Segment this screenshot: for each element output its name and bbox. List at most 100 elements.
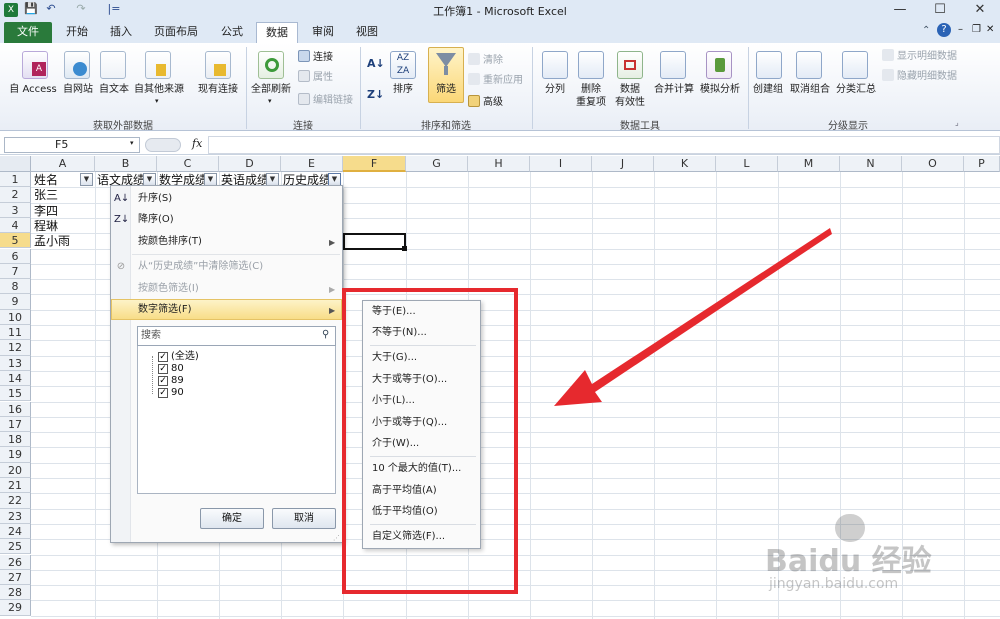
menu-sort-by-color[interactable]: 按颜色排序(T) <box>138 232 202 252</box>
cell-a2[interactable]: 张三 <box>34 188 58 203</box>
consolidate-button[interactable]: 合并计算 <box>652 83 696 96</box>
formula-bar-handle[interactable] <box>145 138 181 152</box>
reapply-button[interactable]: 重新应用 <box>468 73 523 88</box>
row-header-2[interactable]: 2 <box>0 187 31 203</box>
filter-button[interactable]: 筛选 <box>428 83 464 96</box>
column-header-l[interactable]: L <box>716 156 778 172</box>
tab-insert[interactable]: 插入 <box>102 22 140 43</box>
column-header-g[interactable]: G <box>406 156 468 172</box>
checkbox-select-all[interactable]: ✓ <box>158 352 168 362</box>
from-access-button[interactable]: 自 Access <box>6 83 60 96</box>
column-header-p[interactable]: P <box>964 156 1000 172</box>
tab-file[interactable]: 文件 <box>4 22 52 43</box>
from-text-button[interactable]: 自文本 <box>94 83 134 96</box>
column-header-b[interactable]: B <box>95 156 157 172</box>
column-header-f[interactable]: F <box>343 156 406 172</box>
from-other-sources-button[interactable]: 自其他来源 <box>130 83 188 96</box>
advanced-button[interactable]: 高级 <box>468 95 503 110</box>
tab-view[interactable]: 视图 <box>348 22 386 43</box>
clear-button[interactable]: 清除 <box>468 53 503 68</box>
column-header-h[interactable]: H <box>468 156 530 172</box>
column-header-k[interactable]: K <box>654 156 716 172</box>
row-header-28[interactable]: 28 <box>0 585 31 601</box>
row-header-13[interactable]: 13 <box>0 355 31 371</box>
filter-dropdown-a[interactable]: ▼ <box>80 173 93 186</box>
row-header-5[interactable]: 5 <box>0 233 31 249</box>
tab-home[interactable]: 开始 <box>58 22 96 43</box>
resize-grip-icon[interactable]: ⋰ <box>333 534 340 542</box>
row-header-14[interactable]: 14 <box>0 370 31 387</box>
column-header-j[interactable]: J <box>592 156 654 172</box>
row-header-10[interactable]: 10 <box>0 309 31 325</box>
cell-a4[interactable]: 程琳 <box>34 219 58 234</box>
sort-descending-icon[interactable]: Z↓ <box>367 88 384 101</box>
cell-a3[interactable]: 李四 <box>34 204 58 219</box>
dialog-launcher-icon[interactable]: ⌟ <box>955 118 959 127</box>
checkbox-80[interactable]: ✓ <box>158 364 168 374</box>
row-header-7[interactable]: 7 <box>0 263 31 280</box>
active-cell-f5[interactable] <box>343 233 406 250</box>
row-header-27[interactable]: 27 <box>0 569 31 586</box>
row-header-25[interactable]: 25 <box>0 539 31 555</box>
row-header-17[interactable]: 17 <box>0 416 31 433</box>
cell-a1[interactable]: 姓名 <box>34 173 58 188</box>
select-all-corner[interactable] <box>0 156 31 172</box>
group-button[interactable]: 创建组 <box>750 83 786 96</box>
name-box-dropdown-icon[interactable]: ▾ <box>130 139 134 147</box>
row-header-8[interactable]: 8 <box>0 279 31 295</box>
data-validation-button[interactable]: 数据 有效性 <box>610 83 650 109</box>
row-header-26[interactable]: 26 <box>0 554 31 570</box>
row-header-12[interactable]: 12 <box>0 340 31 356</box>
column-header-i[interactable]: I <box>530 156 592 172</box>
help-icon[interactable]: ? <box>937 23 951 37</box>
checkbox-90[interactable]: ✓ <box>158 388 168 398</box>
row-header-6[interactable]: 6 <box>0 248 31 264</box>
fill-handle[interactable] <box>402 246 407 251</box>
text-to-columns-button[interactable]: 分列 <box>538 83 572 96</box>
row-header-21[interactable]: 21 <box>0 478 31 494</box>
workbook-minimize-icon[interactable]: – <box>958 24 963 35</box>
close-icon[interactable]: ✕ <box>960 1 1000 19</box>
ribbon-collapse-icon[interactable]: ⌃ <box>922 25 930 36</box>
row-header-1[interactable]: 1 <box>0 172 31 188</box>
checkbox-89[interactable]: ✓ <box>158 376 168 386</box>
show-detail-button[interactable]: 显示明细数据 <box>882 49 957 64</box>
row-header-23[interactable]: 23 <box>0 508 31 524</box>
sort-ascending-icon[interactable]: A↓ <box>367 57 385 70</box>
subtotal-button[interactable]: 分类汇总 <box>834 83 878 96</box>
cancel-button[interactable]: 取消 <box>272 508 336 529</box>
row-header-16[interactable]: 16 <box>0 401 31 417</box>
properties-button[interactable]: 属性 <box>298 70 333 85</box>
row-header-22[interactable]: 22 <box>0 493 31 509</box>
column-header-c[interactable]: C <box>157 156 219 172</box>
row-header-24[interactable]: 24 <box>0 523 31 540</box>
maximize-icon[interactable]: ☐ <box>920 1 960 19</box>
filter-search-input[interactable]: 搜索 <box>137 326 336 346</box>
cell-a5[interactable]: 孟小雨 <box>34 234 70 249</box>
tab-review[interactable]: 审阅 <box>304 22 342 43</box>
insert-function-icon[interactable]: fx <box>192 137 202 150</box>
menu-number-filters[interactable]: 数字筛选(F) <box>138 300 192 320</box>
menu-sort-ascending[interactable]: 升序(S) <box>138 189 172 209</box>
name-box[interactable]: F5 <box>4 137 140 153</box>
row-header-4[interactable]: 4 <box>0 217 31 234</box>
row-header-29[interactable]: 29 <box>0 600 31 616</box>
row-header-19[interactable]: 19 <box>0 447 31 463</box>
formula-input[interactable] <box>208 136 1000 154</box>
column-header-d[interactable]: D <box>219 156 281 172</box>
row-header-3[interactable]: 3 <box>0 202 31 218</box>
refresh-all-button[interactable]: 全部刷新 <box>248 83 294 96</box>
tab-formulas[interactable]: 公式 <box>212 22 252 43</box>
tab-page-layout[interactable]: 页面布局 <box>146 22 206 43</box>
hide-detail-button[interactable]: 隐藏明细数据 <box>882 69 957 84</box>
workbook-close-icon[interactable]: ✕ <box>986 24 994 35</box>
row-header-15[interactable]: 15 <box>0 386 31 402</box>
column-header-a[interactable]: A <box>31 156 95 172</box>
menu-sort-descending[interactable]: 降序(O) <box>138 210 174 230</box>
connections-button[interactable]: 连接 <box>298 50 333 65</box>
remove-duplicates-button[interactable]: 删除 重复项 <box>574 83 608 109</box>
workbook-restore-icon[interactable]: ❐ <box>972 24 981 35</box>
column-header-o[interactable]: O <box>902 156 964 172</box>
from-web-button[interactable]: 自网站 <box>58 83 98 96</box>
ungroup-button[interactable]: 取消组合 <box>786 83 834 96</box>
